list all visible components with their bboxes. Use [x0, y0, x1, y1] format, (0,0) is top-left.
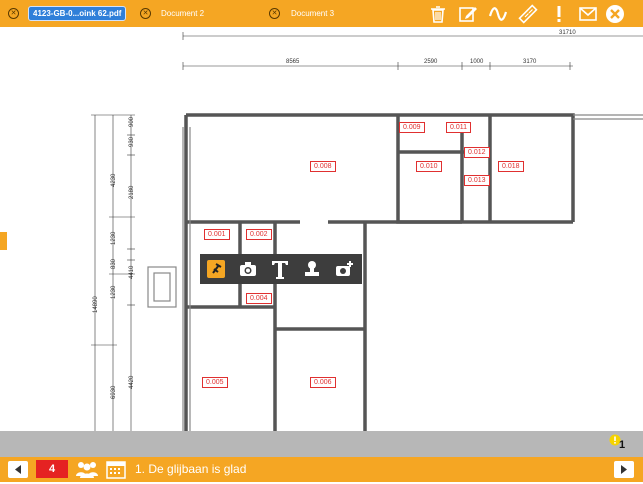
room-label[interactable]: 0.018 — [498, 161, 524, 172]
room-label[interactable]: 0.006 — [310, 377, 336, 388]
svg-text:900: 900 — [129, 116, 135, 127]
side-drawer-handle[interactable] — [0, 232, 7, 250]
room-label[interactable]: 0.004 — [246, 293, 272, 304]
close-tab-icon[interactable]: ✕ — [269, 8, 280, 19]
bottom-toolbar: 4 1. De glijbaan is glad — [0, 457, 643, 482]
tab-label[interactable]: 4123-GB-0...oink 62.pdf — [28, 6, 127, 21]
svg-text:4230: 4230 — [111, 173, 117, 187]
floor-plan: 31710 8565 2590 1000 3170 900 930 4230 2… — [91, 30, 643, 431]
room-label[interactable]: 0.001 — [204, 229, 230, 240]
tab-label[interactable]: Document 3 — [291, 9, 334, 18]
svg-text:930: 930 — [129, 136, 135, 147]
document-canvas[interactable]: 31710 8565 2590 1000 3170 900 930 4230 2… — [0, 27, 643, 431]
pin-icon[interactable] — [200, 254, 232, 284]
room-label[interactable]: 0.012 — [464, 147, 490, 158]
tab-document-1[interactable]: ✕ 4123-GB-0...oink 62.pdf — [8, 4, 127, 23]
issue-strip: 1 — [0, 431, 643, 457]
room-label[interactable]: 0.010 — [416, 161, 442, 172]
camera-plus-icon[interactable] — [328, 254, 360, 284]
room-label[interactable]: 0.008 — [310, 161, 336, 172]
room-label[interactable]: 0.005 — [202, 377, 228, 388]
calendar-icon[interactable] — [106, 459, 126, 479]
trash-icon[interactable] — [427, 3, 449, 25]
svg-text:2180: 2180 — [129, 185, 135, 199]
camera-icon[interactable] — [232, 254, 264, 284]
top-toolbar: ✕ 4123-GB-0...oink 62.pdf ✕ Document 2 ✕… — [0, 0, 643, 27]
svg-text:1230: 1230 — [111, 285, 117, 299]
issue-count: 1 — [619, 439, 626, 451]
close-icon[interactable] — [604, 3, 626, 25]
issue-title[interactable]: 1. De glijbaan is glad — [135, 462, 246, 476]
page-number: 4 — [48, 463, 56, 475]
svg-text:2590: 2590 — [424, 59, 438, 65]
exclamation-icon[interactable] — [548, 3, 570, 25]
arrow-right-icon — [621, 465, 627, 474]
tab-document-2[interactable]: ✕ Document 2 — [140, 4, 204, 23]
svg-text:8565: 8565 — [286, 59, 300, 65]
svg-text:1000: 1000 — [470, 59, 484, 65]
users-icon[interactable] — [75, 459, 99, 479]
previous-issue-button[interactable] — [8, 461, 28, 478]
room-label[interactable]: 0.013 — [464, 175, 490, 186]
svg-text:14890: 14890 — [93, 296, 99, 313]
room-label[interactable]: 0.009 — [399, 122, 425, 133]
text-icon[interactable] — [264, 254, 296, 284]
arrow-left-icon — [15, 465, 21, 474]
ruler-icon[interactable] — [517, 3, 539, 25]
annotation-toolbar — [200, 254, 362, 284]
next-issue-button[interactable] — [614, 461, 634, 478]
close-tab-icon[interactable]: ✕ — [8, 8, 19, 19]
squiggle-icon[interactable] — [487, 3, 509, 25]
tab-label[interactable]: Document 2 — [161, 9, 204, 18]
svg-text:830: 830 — [111, 258, 117, 269]
edit-icon[interactable] — [457, 3, 479, 25]
warning-badge[interactable]: 1 — [609, 434, 633, 454]
stamp-icon[interactable] — [296, 254, 328, 284]
svg-text:31710: 31710 — [559, 30, 576, 36]
svg-text:6930: 6930 — [111, 385, 117, 399]
svg-text:1230: 1230 — [111, 231, 117, 245]
room-label[interactable]: 0.011 — [446, 122, 471, 133]
room-label[interactable]: 0.002 — [246, 229, 272, 240]
svg-text:3170: 3170 — [523, 59, 537, 65]
svg-text:4410: 4410 — [129, 265, 135, 279]
tab-document-3[interactable]: ✕ Document 3 — [269, 4, 334, 23]
mail-icon[interactable] — [577, 3, 599, 25]
close-tab-icon[interactable]: ✕ — [140, 8, 151, 19]
svg-text:4420: 4420 — [129, 375, 135, 389]
page-number-badge[interactable]: 4 — [36, 460, 68, 478]
